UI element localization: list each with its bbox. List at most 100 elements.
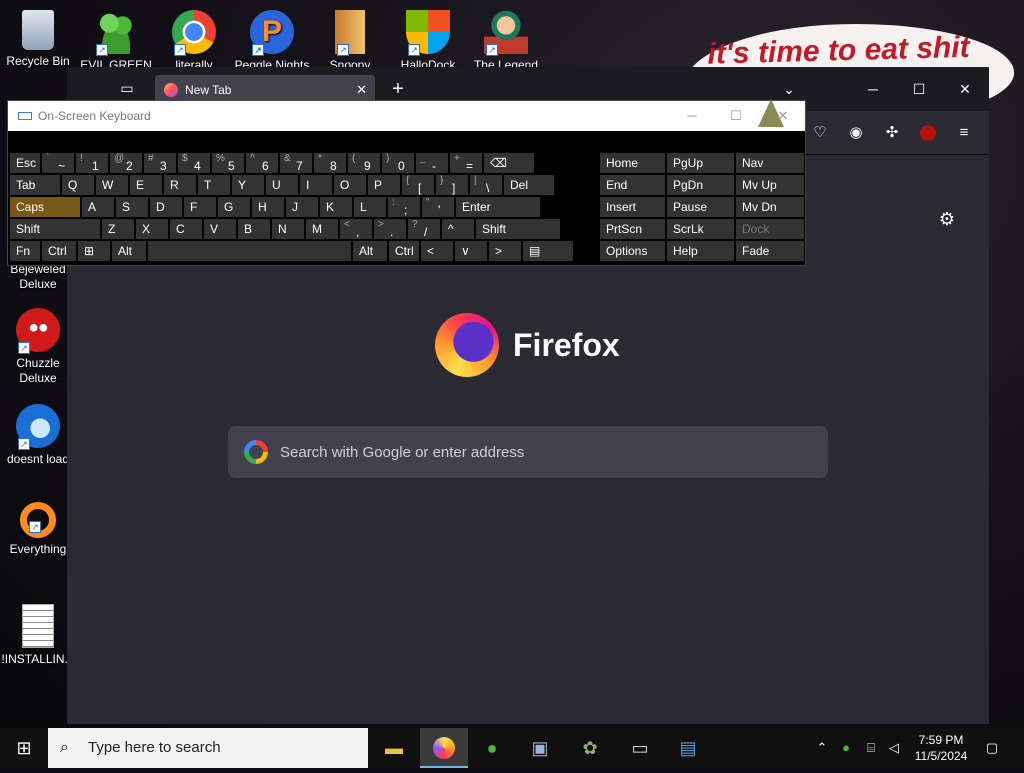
key-1-5[interactable]: T <box>198 175 230 195</box>
search-box[interactable] <box>228 426 828 478</box>
key-4-3[interactable]: Alt <box>112 241 146 261</box>
key-0-5[interactable]: $4 <box>178 153 210 173</box>
window-taskbar-icon[interactable]: ▤ <box>664 728 712 768</box>
desktop-icon-evil-green[interactable]: ↗ EVIL GREEN <box>78 10 154 73</box>
key-0-1[interactable]: ` ~ <box>42 153 74 173</box>
key-side-2-1[interactable]: Pause <box>667 197 734 217</box>
key-side-0-2[interactable]: Nav <box>736 153 804 173</box>
key-0-11[interactable]: ) 0 <box>382 153 414 173</box>
key-side-3-2[interactable]: Dock <box>736 219 804 239</box>
key-1-4[interactable]: R <box>164 175 196 195</box>
key-side-4-1[interactable]: Help <box>667 241 734 261</box>
key-2-10[interactable]: :; <box>388 197 420 217</box>
search-input[interactable] <box>280 426 810 478</box>
close-window-button[interactable]: ✕ <box>951 77 979 101</box>
key-0-6[interactable]: % 5 <box>212 153 244 173</box>
key-4-0[interactable]: Fn <box>10 241 40 261</box>
desktop-icon-the-legend[interactable]: ↗ The Legend <box>468 10 544 73</box>
key-3-7[interactable]: M <box>306 219 338 239</box>
osk-minimize-button[interactable]: ─ <box>672 101 712 131</box>
key-side-3-0[interactable]: PrtScn <box>600 219 665 239</box>
key-0-10[interactable]: (9 <box>348 153 380 173</box>
desktop-icon-chuzzle[interactable]: ↗ Chuzzle Deluxe <box>0 308 76 386</box>
clock[interactable]: 7:59 PM 11/5/2024 <box>906 732 976 764</box>
key-0-4[interactable]: #3 <box>144 153 176 173</box>
pocket-icon[interactable]: ♡ <box>808 121 832 145</box>
key-2-5[interactable]: G <box>218 197 250 217</box>
key-3-8[interactable]: <, <box>340 219 372 239</box>
key-2-12[interactable]: Enter <box>456 197 540 217</box>
key-1-7[interactable]: U <box>266 175 298 195</box>
key-1-8[interactable]: I <box>300 175 332 195</box>
key-2-1[interactable]: A <box>82 197 114 217</box>
desktop-icon-installing[interactable]: !INSTALLIN... <box>0 604 76 667</box>
desktop-icon-peggle-nights[interactable]: P ↗ Peggle Nights <box>234 10 310 73</box>
key-0-13[interactable]: + = <box>450 153 482 173</box>
key-4-7[interactable]: < <box>421 241 453 261</box>
key-0-12[interactable]: _ - <box>416 153 448 173</box>
show-hidden-icons[interactable]: ⌃ <box>812 728 832 768</box>
key-1-3[interactable]: E <box>130 175 162 195</box>
key-side-1-2[interactable]: Mv Up <box>736 175 804 195</box>
key-1-9[interactable]: O <box>334 175 366 195</box>
menu-icon[interactable]: ≡ <box>952 121 976 145</box>
key-2-7[interactable]: J <box>286 197 318 217</box>
osk-maximize-button[interactable]: ☐ <box>716 101 756 131</box>
key-side-1-1[interactable]: PgDn <box>667 175 734 195</box>
tab-list-icon[interactable]: ▭ <box>117 80 137 98</box>
key-side-2-0[interactable]: Insert <box>600 197 665 217</box>
key-side-4-2[interactable]: Fade <box>736 241 804 261</box>
key-3-5[interactable]: B <box>238 219 270 239</box>
key-side-3-1[interactable]: ScrLk <box>667 219 734 239</box>
key-2-11[interactable]: " ' <box>422 197 454 217</box>
key-1-0[interactable]: Tab <box>10 175 60 195</box>
key-4-4[interactable] <box>148 241 351 261</box>
key-4-5[interactable]: Alt <box>353 241 387 261</box>
key-1-6[interactable]: Y <box>232 175 264 195</box>
account-icon[interactable]: ◉ <box>844 121 868 145</box>
key-3-2[interactable]: X <box>136 219 168 239</box>
key-3-10[interactable]: ? / <box>408 219 440 239</box>
desktop-icon-literally[interactable]: ↗ literally <box>156 10 232 73</box>
key-4-6[interactable]: Ctrl <box>389 241 419 261</box>
remote-desktop-icon[interactable]: ▣ <box>516 728 564 768</box>
key-1-14[interactable]: Del <box>504 175 554 195</box>
key-4-9[interactable]: > <box>489 241 521 261</box>
settings-gear-icon[interactable]: ⚙ <box>935 209 959 233</box>
key-0-14[interactable]: ⌫ <box>484 153 534 173</box>
key-0-0[interactable]: Esc <box>10 153 40 173</box>
user-tray-icon[interactable]: ● <box>836 728 856 768</box>
new-tab-button[interactable]: + <box>387 77 409 101</box>
key-2-8[interactable]: K <box>320 197 352 217</box>
key-side-0-1[interactable]: PgUp <box>667 153 734 173</box>
start-button[interactable]: ⊞ <box>0 728 48 768</box>
key-2-0[interactable]: Caps <box>10 197 80 217</box>
ublock-icon[interactable] <box>916 121 940 145</box>
osk-close-button[interactable]: ✕ <box>763 101 803 131</box>
users-taskbar-icon[interactable]: ● <box>468 728 516 768</box>
desktop-icon-snoopy[interactable]: ↗ Snoopy <box>312 10 388 73</box>
key-2-9[interactable]: L <box>354 197 386 217</box>
key-4-8[interactable]: ∨ <box>455 241 487 261</box>
key-0-7[interactable]: ^ 6 <box>246 153 278 173</box>
desktop-icon-everything[interactable]: ↗ Everything <box>0 502 76 557</box>
key-side-2-2[interactable]: Mv Dn <box>736 197 804 217</box>
key-3-6[interactable]: N <box>272 219 304 239</box>
key-3-11[interactable]: ^ <box>442 219 474 239</box>
key-side-1-0[interactable]: End <box>600 175 665 195</box>
key-3-12[interactable]: Shift <box>476 219 560 239</box>
desktop-icon-doesnt-load[interactable]: ↗ doesnt load <box>0 404 76 467</box>
key-0-8[interactable]: & 7 <box>280 153 312 173</box>
key-1-1[interactable]: Q <box>62 175 94 195</box>
key-0-3[interactable]: @2 <box>110 153 142 173</box>
key-3-4[interactable]: V <box>204 219 236 239</box>
key-0-2[interactable]: ! 1 <box>76 153 108 173</box>
key-4-2[interactable]: ⊞ <box>78 241 110 261</box>
monitor-taskbar-icon[interactable]: ▭ <box>616 728 664 768</box>
firefox-taskbar-icon[interactable] <box>420 728 468 768</box>
app-taskbar-icon[interactable]: ✿ <box>566 728 614 768</box>
file-explorer-icon[interactable]: ▬ <box>370 728 418 768</box>
key-2-3[interactable]: D <box>150 197 182 217</box>
list-all-tabs-icon[interactable]: ⌄ <box>775 77 803 101</box>
maximize-button[interactable]: ☐ <box>905 77 933 101</box>
